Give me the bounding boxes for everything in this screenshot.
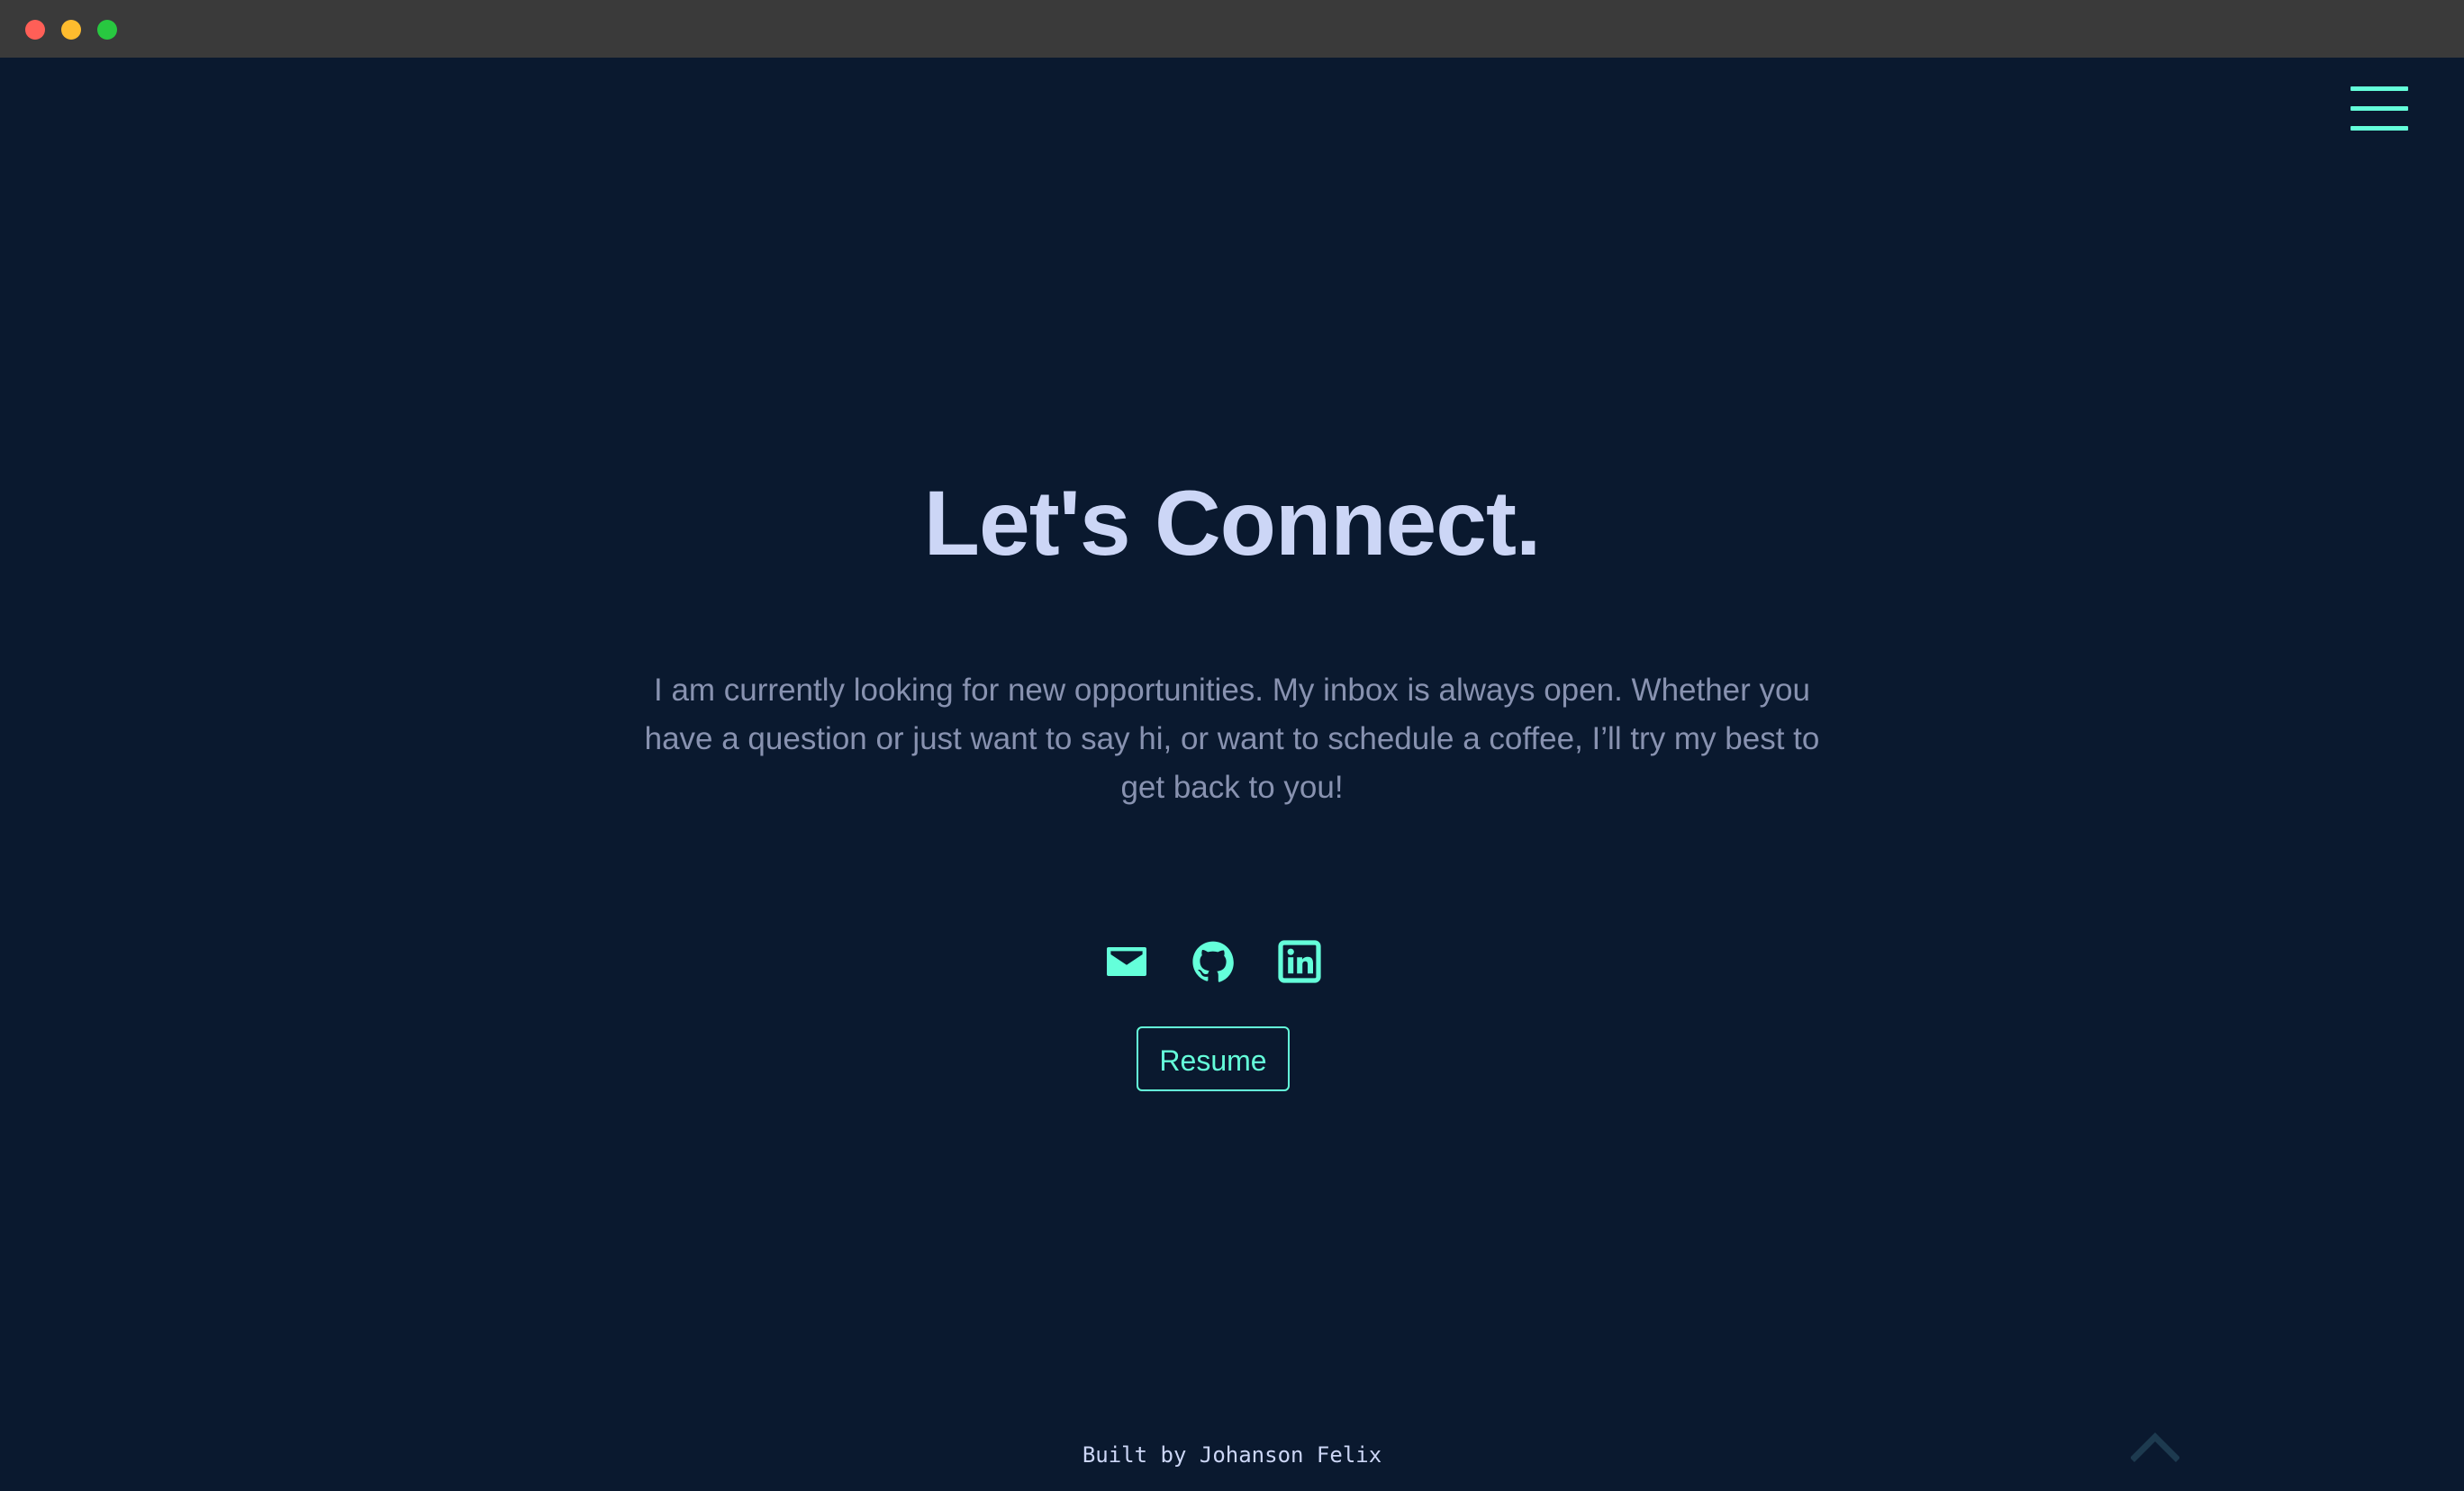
hamburger-menu-icon[interactable] [2349, 85, 2410, 135]
window-minimize-button[interactable] [61, 20, 81, 40]
chevron-up-icon[interactable] [2131, 1432, 2179, 1462]
footer-credit: Built by Johanson Felix [1082, 1442, 1382, 1468]
resume-button[interactable]: Resume [1137, 1026, 1290, 1091]
github-icon[interactable] [1191, 940, 1235, 983]
linkedin-icon[interactable] [1278, 940, 1321, 983]
page-title: Let's Connect. [923, 472, 1542, 574]
menu-bar-bottom [2351, 126, 2408, 131]
window-close-button[interactable] [25, 20, 45, 40]
window-titlebar [0, 0, 2464, 59]
window-maximize-button[interactable] [97, 20, 117, 40]
contact-description: I am currently looking for new opportuni… [644, 673, 1820, 805]
menu-bar-top [2351, 86, 2408, 91]
contact-page: Let's Connect. I am currently looking fo… [0, 58, 2464, 1491]
menu-bar-middle [2351, 106, 2408, 111]
mail-icon[interactable] [1105, 940, 1148, 983]
